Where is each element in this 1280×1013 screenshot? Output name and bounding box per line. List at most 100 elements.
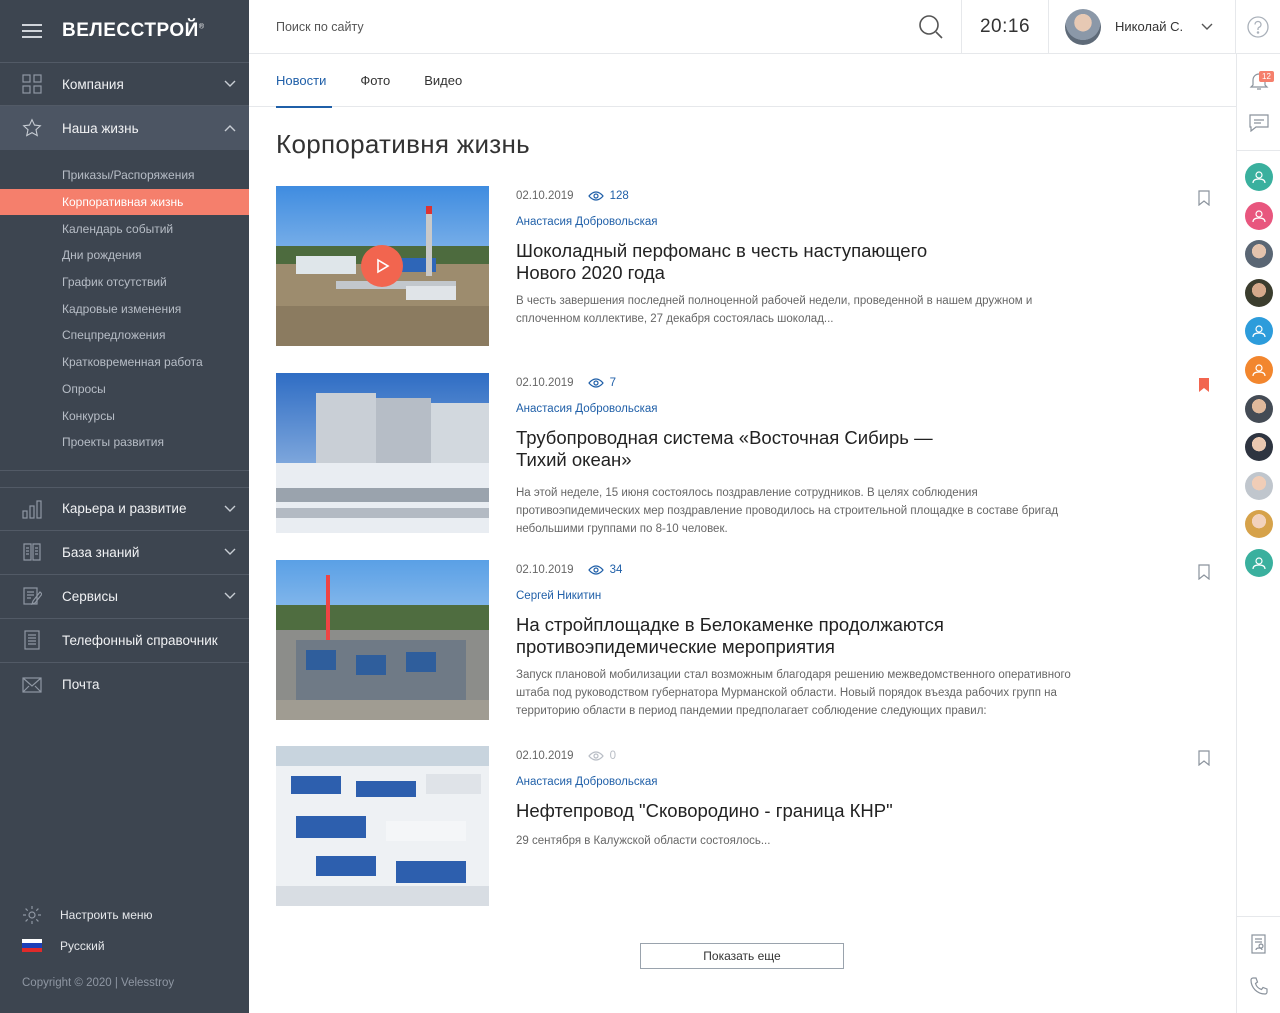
news-excerpt: На этой неделе, 15 июня состоялось поздр… — [516, 487, 1059, 535]
right-rail: 12 — [1236, 54, 1280, 1013]
tab-video[interactable]: Видео — [424, 54, 462, 107]
submenu-item-birthdays[interactable]: Дни рождения — [0, 242, 249, 269]
sidebar-submenu: Приказы/Распоряжения Корпоративная жизнь… — [0, 150, 249, 471]
language-label: Русский — [60, 938, 105, 953]
news-author[interactable]: Анастасия Добровольская — [516, 403, 657, 415]
eye-icon — [587, 191, 604, 201]
chevron-down-icon — [223, 77, 237, 91]
sidebar-item-label: Наша жизнь — [62, 120, 139, 136]
news-author[interactable]: Анастасия Добровольская — [516, 776, 657, 788]
sidebar-item-label: Сервисы — [62, 588, 118, 604]
chevron-up-icon — [223, 121, 237, 135]
view-count: 7 — [587, 377, 616, 389]
messages-button[interactable] — [1237, 102, 1280, 144]
submenu-item-hr-changes[interactable]: Кадровые изменения — [0, 295, 249, 322]
sidebar-item-career[interactable]: Карьера и развитие — [0, 486, 249, 531]
chevron-down-icon — [223, 589, 237, 603]
submenu-item-special-offers[interactable]: Спецпредложения — [0, 322, 249, 349]
avatar — [1065, 8, 1101, 45]
avatar[interactable] — [1244, 317, 1273, 346]
avatar[interactable] — [1244, 201, 1273, 230]
avatar[interactable] — [1244, 355, 1273, 384]
bookmark-icon[interactable] — [1197, 190, 1211, 207]
view-count: 34 — [587, 564, 622, 576]
bookmark-filled-icon[interactable] — [1197, 377, 1211, 393]
avatar[interactable] — [1244, 278, 1273, 307]
view-count: 0 — [587, 750, 616, 762]
news-meta: 02.10.2019 34 — [516, 564, 622, 576]
news-date: 02.10.2019 — [516, 190, 574, 202]
news-title[interactable]: На стройплощадке в Белокаменке продолжаю… — [516, 614, 1116, 657]
bookmark-icon[interactable] — [1197, 564, 1211, 581]
top-header: 20:16 Николай С. — [249, 0, 1280, 54]
grid-icon — [22, 74, 42, 94]
avatar[interactable] — [1244, 510, 1273, 539]
search-input[interactable] — [276, 19, 576, 34]
sidebar-item-label: Телефонный справочник — [62, 632, 218, 648]
hamburger-menu-icon[interactable] — [22, 24, 42, 38]
avatar[interactable] — [1244, 394, 1273, 423]
submenu-item-events-calendar[interactable]: Календарь событий — [0, 215, 249, 242]
news-meta: 02.10.2019 0 — [516, 750, 616, 762]
configure-menu-button[interactable]: Настроить меню — [0, 899, 249, 930]
sidebar-item-knowledge-base[interactable]: База знаний — [0, 531, 249, 575]
news-author[interactable]: Анастасия Добровольская — [516, 216, 657, 228]
configure-menu-label: Настроить меню — [60, 907, 153, 922]
play-video-icon[interactable] — [361, 245, 403, 287]
sidebar-item-label: Компания — [62, 76, 124, 92]
news-thumbnail[interactable] — [276, 373, 489, 533]
avatar[interactable] — [1244, 433, 1273, 462]
submenu-item-polls[interactable]: Опросы — [0, 376, 249, 403]
news-title[interactable]: Шоколадный перфоманс в честь наступающег… — [516, 240, 1116, 283]
tab-news[interactable]: Новости — [276, 54, 333, 108]
bookmark-icon[interactable] — [1197, 750, 1211, 767]
sidebar-item-mail[interactable]: Почта — [0, 663, 249, 707]
avatar[interactable] — [1244, 548, 1273, 577]
news-title[interactable]: Нефтепровод "Сковородино - граница КНР" — [516, 800, 1116, 822]
eye-icon — [587, 751, 604, 761]
language-selector[interactable]: Русский — [0, 930, 249, 961]
news-excerpt: Запуск плановой мобилизации стал возможн… — [516, 669, 1071, 717]
news-thumbnail[interactable] — [276, 746, 489, 906]
help-button[interactable] — [1236, 0, 1280, 53]
phone-book-button[interactable] — [1237, 923, 1280, 965]
contacts-icon — [1251, 934, 1266, 954]
tab-photo[interactable]: Фото — [360, 54, 390, 107]
submenu-item-development-projects[interactable]: Проекты развития — [0, 429, 249, 456]
edit-icon — [22, 586, 42, 606]
submenu-item-corporate-life[interactable]: Корпоративная жизнь — [0, 188, 249, 216]
user-menu[interactable]: Николай С. — [1049, 0, 1236, 53]
news-date: 02.10.2019 — [516, 377, 574, 389]
view-count: 128 — [587, 190, 629, 202]
news-title[interactable]: Трубопроводная система «Восточная Сибирь… — [516, 427, 1116, 470]
avatar[interactable] — [1244, 240, 1273, 269]
show-more-button[interactable]: Показать еще — [640, 943, 844, 969]
submenu-item-short-term-work[interactable]: Кратковременная работа — [0, 349, 249, 376]
online-users — [1237, 157, 1280, 577]
gear-icon — [22, 905, 42, 924]
news-thumbnail[interactable] — [276, 186, 489, 346]
news-thumbnail[interactable] — [276, 560, 489, 720]
search-icon — [919, 14, 943, 39]
call-button[interactable] — [1237, 965, 1280, 1007]
sidebar-item-our-life[interactable]: Наша жизнь — [0, 106, 249, 150]
news-date: 02.10.2019 — [516, 750, 574, 762]
sidebar-footer: Настроить меню Русский Copyright © 2020 … — [0, 899, 249, 1013]
sidebar-item-phonebook[interactable]: Телефонный справочник — [0, 619, 249, 663]
russian-flag-icon — [22, 937, 42, 955]
news-author[interactable]: Сергей Никитин — [516, 590, 601, 602]
sidebar-item-services[interactable]: Сервисы — [0, 575, 249, 619]
submenu-item-contests[interactable]: Конкурсы — [0, 402, 249, 429]
sidebar-item-label: База знаний — [62, 544, 140, 560]
content-tabs: Новости Фото Видео — [249, 54, 1236, 108]
submenu-item-orders[interactable]: Приказы/Распоряжения — [0, 162, 249, 189]
brand-logo[interactable]: ВЕЛЕССТРОЙ® — [62, 20, 205, 42]
copyright: Copyright © 2020 | Velesstroy — [22, 977, 175, 989]
sidebar-item-company[interactable]: Компания — [0, 62, 249, 106]
notifications-button[interactable]: 12 — [1237, 60, 1280, 102]
phonebook-icon — [22, 630, 42, 650]
search-button[interactable] — [911, 0, 951, 53]
avatar[interactable] — [1244, 163, 1273, 191]
submenu-item-absence-schedule[interactable]: График отсутствий — [0, 269, 249, 296]
avatar[interactable] — [1244, 471, 1273, 500]
